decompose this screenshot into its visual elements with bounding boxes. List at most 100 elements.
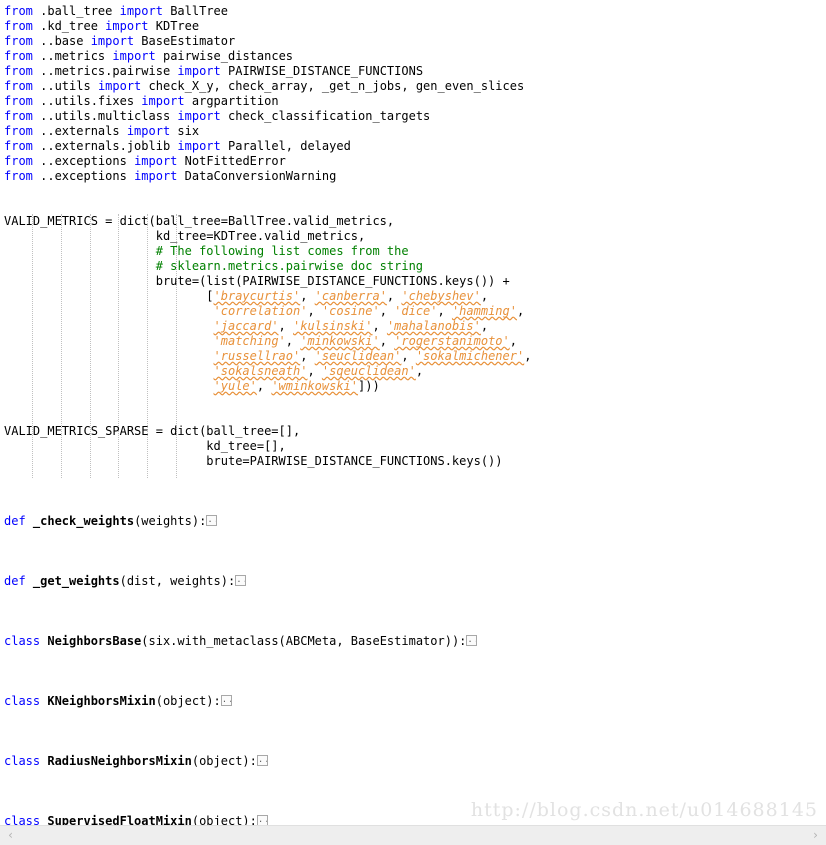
code-token-kw: import (97, 79, 142, 93)
code-editor-viewport[interactable]: from .ball_tree import BallTree from .kd_… (0, 0, 826, 826)
code-token-kw: import (126, 124, 171, 138)
code-line[interactable] (0, 724, 826, 739)
code-token-kw: import (105, 19, 149, 33)
code-line[interactable] (0, 469, 826, 484)
code-line[interactable]: 'jaccard', 'kulsinski', 'mahalanobis', (0, 319, 826, 334)
code-line[interactable] (0, 604, 826, 619)
code-line[interactable] (0, 664, 826, 679)
code-token-str: 'cosine' (321, 304, 380, 318)
code-line[interactable]: kd_tree=[], (0, 439, 826, 454)
code-token-name: (object): (191, 754, 257, 768)
code-line[interactable]: def _check_weights(weights):.. (0, 514, 826, 529)
code-line[interactable]: from ..externals import six (0, 124, 826, 139)
code-line[interactable] (0, 394, 826, 409)
code-token-name: ..exceptions (32, 154, 135, 168)
collapsed-code-fold-marker[interactable]: .. (235, 575, 247, 586)
code-line[interactable]: from ..utils import check_X_y, check_arr… (0, 79, 826, 94)
code-line[interactable] (0, 679, 826, 694)
code-line[interactable]: # sklearn.metrics.pairwise doc string (0, 259, 826, 274)
code-line[interactable] (0, 544, 826, 559)
code-line[interactable]: ['braycurtis', 'canberra', 'chebyshev', (0, 289, 826, 304)
code-line[interactable]: from ..base import BaseEstimator (0, 34, 826, 49)
code-line[interactable]: from ..utils.multiclass import check_cla… (0, 109, 826, 124)
code-line[interactable] (0, 739, 826, 754)
code-line[interactable] (0, 409, 826, 424)
code-token-name: brute=(list(PAIRWISE_DISTANCE_FUNCTIONS.… (4, 274, 510, 288)
code-line[interactable]: from ..exceptions import NotFittedError (0, 154, 826, 169)
code-line[interactable]: brute=PAIRWISE_DISTANCE_FUNCTIONS.keys()… (0, 454, 826, 469)
collapsed-code-fold-marker[interactable]: .. (220, 695, 232, 706)
code-line[interactable]: class NeighborsBase(six.with_metaclass(A… (0, 634, 826, 649)
code-token-name: six (170, 124, 200, 138)
code-token-name: PAIRWISE_DISTANCE_FUNCTIONS (220, 64, 424, 78)
code-token-kw: class (4, 634, 41, 648)
collapsed-code-fold-marker[interactable]: .. (466, 635, 478, 646)
code-line[interactable]: from ..metrics import pairwise_distances (0, 49, 826, 64)
scrollbar-track[interactable] (19, 826, 807, 845)
code-token-name: , (386, 289, 402, 303)
code-line[interactable] (0, 499, 826, 514)
code-line[interactable]: 'sokalsneath', 'sqeuclidean', (0, 364, 826, 379)
code-token-kw: from (4, 124, 33, 138)
code-token-str: 'matching' (213, 334, 286, 348)
code-line[interactable] (0, 784, 826, 799)
code-line[interactable]: def _get_weights(dist, weights):.. (0, 574, 826, 589)
code-line[interactable]: brute=(list(PAIRWISE_DISTANCE_FUNCTIONS.… (0, 274, 826, 289)
scroll-left-arrow-icon[interactable]: ‹ (2, 826, 19, 845)
code-token-cmt: # sklearn.metrics.pairwise doc string (155, 259, 424, 273)
code-token-defname: _check_weights (25, 514, 135, 528)
code-token-name: (six.with_metaclass(ABCMeta, BaseEstimat… (141, 634, 467, 648)
code-line[interactable]: VALID_METRICS = dict(ball_tree=BallTree.… (0, 214, 826, 229)
code-token-kw: import (134, 154, 178, 168)
code-token-name: ..base (32, 34, 91, 48)
code-token-name: , (437, 304, 452, 318)
code-line[interactable]: class KNeighborsMixin(object):.. (0, 694, 826, 709)
code-token-str: 'wminkowski' (271, 379, 359, 393)
code-token-str: 'dice' (394, 304, 438, 318)
code-line[interactable]: 'matching', 'minkowski', 'rogerstanimoto… (0, 334, 826, 349)
code-token-name (4, 259, 156, 273)
code-line[interactable]: 'yule', 'wminkowski'])) (0, 379, 826, 394)
scroll-right-arrow-icon[interactable]: › (807, 826, 824, 845)
code-line[interactable]: class RadiusNeighborsMixin(object):.. (0, 754, 826, 769)
code-line[interactable]: from ..externals.joblib import Parallel,… (0, 139, 826, 154)
code-token-kw: from (4, 4, 33, 18)
code-token-kw: from (4, 79, 33, 93)
horizontal-scrollbar[interactable]: ‹ › (0, 825, 826, 845)
code-line[interactable] (0, 589, 826, 604)
code-token-str: 'rogerstanimoto' (394, 334, 510, 348)
code-token-name: KDTree (148, 19, 200, 33)
code-line[interactable] (0, 649, 826, 664)
code-line[interactable] (0, 619, 826, 634)
code-token-cmt: # The following list comes from the (155, 244, 409, 258)
code-token-name: [ (4, 289, 214, 303)
code-line[interactable]: from .ball_tree import BallTree (0, 4, 826, 19)
code-line[interactable] (0, 184, 826, 199)
code-line[interactable] (0, 199, 826, 214)
collapsed-code-fold-marker[interactable]: .. (206, 515, 218, 526)
code-token-str: 'jaccard' (213, 319, 279, 333)
collapsed-code-fold-marker[interactable]: .. (256, 755, 268, 766)
code-token-kw: import (177, 64, 221, 78)
code-token-name: check_X_y, check_array, _get_n_jobs, gen… (141, 79, 525, 93)
code-token-kw: from (4, 169, 33, 183)
code-line[interactable]: # The following list comes from the (0, 244, 826, 259)
code-line[interactable]: from ..metrics.pairwise import PAIRWISE_… (0, 64, 826, 79)
code-token-name: kd_tree=KDTree.valid_metrics, (4, 229, 366, 243)
code-line[interactable]: from .kd_tree import KDTree (0, 19, 826, 34)
code-line[interactable] (0, 769, 826, 784)
code-line[interactable] (0, 559, 826, 574)
code-line[interactable]: from ..utils.fixes import argpartition (0, 94, 826, 109)
code-line[interactable]: 'correlation', 'cosine', 'dice', 'hammin… (0, 304, 826, 319)
code-line[interactable]: 'russellrao', 'seuclidean', 'sokalmichen… (0, 349, 826, 364)
code-line[interactable] (0, 709, 826, 724)
code-token-str: 'chebyshev' (401, 289, 481, 303)
code-token-name: , (379, 304, 395, 318)
code-line[interactable]: kd_tree=KDTree.valid_metrics, (0, 229, 826, 244)
code-line[interactable] (0, 484, 826, 499)
code-text-area[interactable]: from .ball_tree import BallTree from .kd_… (0, 0, 826, 826)
code-line[interactable] (0, 529, 826, 544)
code-token-name: .ball_tree (32, 4, 120, 18)
code-line[interactable]: from ..exceptions import DataConversionW… (0, 169, 826, 184)
code-line[interactable]: VALID_METRICS_SPARSE = dict(ball_tree=[]… (0, 424, 826, 439)
